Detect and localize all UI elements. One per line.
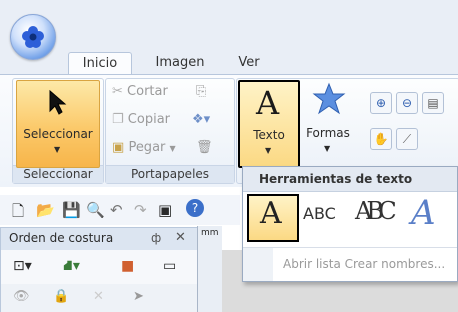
open-folder-icon[interactable]: 📂 (36, 201, 55, 219)
copiar-label: Copiar (127, 112, 171, 127)
trash-icon[interactable]: 🗑 (196, 140, 213, 155)
display-icon[interactable]: ▣ (158, 201, 172, 219)
seleccionar-button-label: Seleccionar (23, 127, 93, 141)
chevron-down-icon: ▼ (169, 144, 176, 153)
preview-icon[interactable]: 🔍 (86, 201, 105, 219)
panel-title: Orden de costura (9, 231, 114, 245)
zoom-in-icon[interactable]: ⊕ (370, 92, 392, 114)
flower-icon (22, 26, 44, 48)
application-orb-button[interactable] (10, 14, 56, 60)
text-tool-a[interactable]: A (247, 194, 299, 242)
chevron-down-icon: ▼ (54, 145, 61, 154)
panel-toolbar: ⊡▾ ⛘▾ ■ ▭ (0, 250, 198, 284)
disable-icon[interactable]: ✕ (93, 289, 104, 304)
pin-icon[interactable]: ф (151, 231, 161, 245)
dropdown-header: Herramientas de texto (243, 167, 457, 192)
duplicate-icon[interactable]: ❖▾ (192, 112, 210, 127)
abrir-lista-crear-nombres-item[interactable]: Abrir lista Crear nombres... (283, 257, 445, 271)
group-label-portapapeles: Portapapeles (106, 165, 234, 183)
tab-inicio[interactable]: Inicio (68, 52, 132, 75)
zoom-out-icon[interactable]: ⊖ (396, 92, 418, 114)
paste-icon: ▣ (112, 140, 125, 155)
copy-icon: ❐ (112, 112, 124, 127)
zoom-fit-icon[interactable]: ▤ (422, 92, 444, 114)
formas-button[interactable]: Formas ▼ (300, 80, 356, 164)
new-file-icon[interactable]: 🗋 (12, 201, 24, 226)
panel-header: Orden de costura ф ✕ (0, 227, 198, 251)
texto-button[interactable]: A Texto ▼ (238, 80, 300, 168)
measure-icon[interactable]: ⟋ (396, 128, 418, 150)
panel-toolbar-secondary: 👁 🔒 ✕ ➤ (0, 284, 198, 312)
paste-special-icon[interactable]: ⎘ (196, 84, 206, 99)
pegar-button[interactable]: ▣ Pegar ▼ (112, 140, 176, 155)
pegar-label: Pegar (128, 140, 166, 155)
scissors-icon: ✂ (112, 84, 123, 99)
hand-pan-icon[interactable]: ✋ (370, 128, 392, 150)
ruler-unit: mm (201, 228, 219, 238)
redo-icon[interactable]: ↷ (134, 201, 147, 219)
dropdown-icon-column (243, 248, 273, 281)
save-icon[interactable]: 💾 (62, 201, 81, 219)
chevron-down-icon: ▼ (265, 146, 272, 155)
chevron-down-icon: ▼ (324, 144, 331, 153)
close-icon[interactable]: ✕ (175, 230, 186, 245)
tab-ver[interactable]: Ver (226, 52, 272, 74)
color-order-icon[interactable]: ■ (121, 258, 134, 274)
pointer-icon[interactable]: ➤ (133, 289, 144, 304)
dropdown-divider (243, 247, 457, 248)
text-a-icon: A (260, 196, 282, 231)
frame-icon[interactable]: ▭ (163, 258, 176, 274)
undo-icon[interactable]: ↶ (110, 201, 123, 219)
cursor-arrow-icon (49, 89, 67, 115)
seleccionar-button[interactable]: Seleccionar ▼ (16, 80, 100, 168)
group-icon[interactable]: ⛘▾ (63, 258, 80, 276)
texto-label: Texto (253, 128, 285, 142)
text-tool-monogram[interactable]: ABC (355, 197, 397, 225)
cortar-label: Cortar (127, 84, 168, 99)
text-tools-dropdown: Herramientas de texto A ABC ABC A Abrir … (242, 166, 458, 282)
star-icon (312, 82, 346, 115)
cortar-button[interactable]: ✂ Cortar (112, 84, 168, 99)
text-tool-small-text[interactable]: A (411, 193, 436, 233)
select-all-icon[interactable]: ⊡▾ (13, 258, 32, 274)
tab-imagen[interactable]: Imagen (140, 52, 220, 74)
text-a-icon: A (256, 84, 280, 122)
vertical-ruler: mm (197, 226, 222, 312)
formas-label: Formas (306, 126, 350, 140)
help-icon[interactable]: ? (186, 199, 204, 217)
dropdown-title: Herramientas de texto (259, 172, 413, 186)
quick-access-toolbar: 🗋 📂 💾 🔍 ↶ ↷ ▣ ? (0, 195, 240, 225)
copiar-button[interactable]: ❐ Copiar (112, 112, 170, 127)
text-tool-abc[interactable]: ABC (303, 204, 336, 223)
lock-icon[interactable]: 🔒 (53, 289, 69, 304)
eye-icon[interactable]: 👁 (13, 289, 30, 304)
